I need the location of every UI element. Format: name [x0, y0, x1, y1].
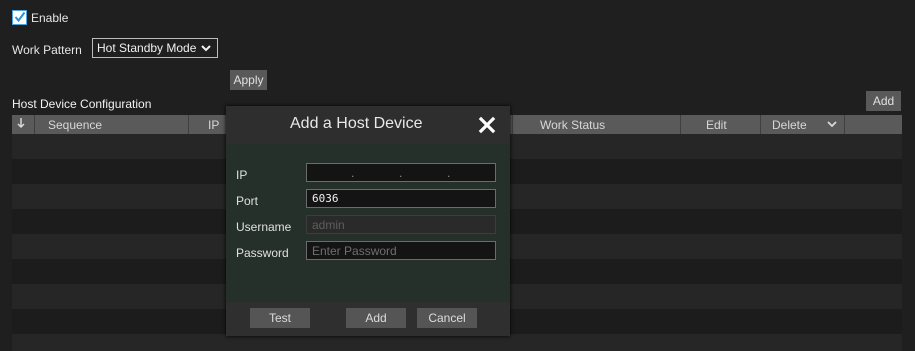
port-label: Port [236, 194, 259, 208]
chevron-down-icon [201, 45, 211, 52]
col-delete[interactable]: Delete [772, 118, 807, 132]
dialog-footer: Test Add Cancel [226, 302, 510, 336]
ip-label: IP [236, 168, 248, 182]
col-work-status[interactable]: Work Status [540, 118, 605, 132]
add-host-device-dialog: Add a Host Device IP . . . Port 6036 Use… [226, 106, 510, 336]
col-sequence[interactable]: Sequence [48, 118, 102, 132]
check-icon [14, 11, 26, 23]
dialog-title: Add a Host Device [290, 115, 423, 132]
password-label: Password [236, 246, 289, 260]
host-device-section-title: Host Device Configuration [12, 97, 152, 111]
work-pattern-select[interactable]: Hot Standby Mode [92, 38, 218, 58]
cancel-button[interactable]: Cancel [417, 308, 477, 328]
close-icon[interactable] [478, 116, 496, 134]
work-pattern-label: Work Pattern [12, 43, 82, 57]
col-edit[interactable]: Edit [706, 118, 727, 132]
chevron-down-icon[interactable] [827, 121, 837, 129]
work-pattern-value: Hot Standby Mode [97, 41, 197, 55]
col-ip[interactable]: IP [208, 118, 219, 132]
add-host-button[interactable]: Add [866, 91, 901, 111]
enable-checkbox[interactable] [12, 10, 27, 25]
dialog-header: Add a Host Device [226, 106, 510, 144]
enable-label: Enable [31, 10, 69, 25]
username-label: Username [236, 220, 292, 234]
sort-arrow-icon[interactable] [16, 117, 26, 132]
test-button[interactable]: Test [250, 308, 310, 328]
apply-button[interactable]: Apply [230, 70, 267, 90]
table-row[interactable] [12, 334, 902, 351]
port-input[interactable]: 6036 [306, 189, 496, 208]
username-input: admin [306, 215, 496, 234]
screen: Enable Work Pattern Hot Standby Mode App… [0, 0, 915, 351]
enable-row[interactable]: Enable [12, 10, 68, 25]
password-input[interactable]: Enter Password [306, 241, 496, 260]
ip-input[interactable]: . . . [306, 163, 496, 182]
add-button[interactable]: Add [346, 308, 406, 328]
